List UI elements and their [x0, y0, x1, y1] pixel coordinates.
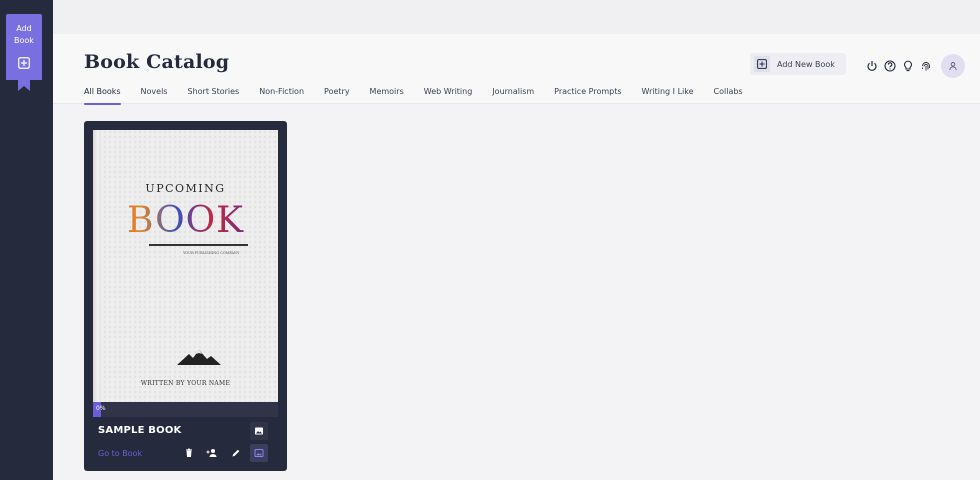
cover-text-upcoming: UPCOMING [145, 182, 226, 195]
tab-all-books[interactable]: All Books [84, 87, 121, 105]
book-preview-button[interactable] [250, 444, 268, 462]
trash-icon [186, 448, 192, 457]
go-to-book-link[interactable]: Go to Book [98, 449, 142, 458]
category-tabs: All Books Novels Short Stories Non-Ficti… [84, 87, 743, 105]
image-icon [255, 427, 263, 435]
book-title: SAMPLE BOOK [98, 425, 182, 436]
progress-bar: 0% [93, 402, 278, 417]
tab-writing-i-like[interactable]: Writing I Like [642, 87, 694, 105]
book-image-icon [254, 449, 264, 457]
tab-short-stories[interactable]: Short Stories [187, 87, 239, 105]
book-spine [93, 130, 101, 402]
cover-publisher: YOUR PUBLISHING COMPANY [183, 251, 240, 255]
mountain-icon [177, 350, 221, 365]
user-avatar[interactable] [941, 54, 965, 78]
user-icon [949, 62, 957, 71]
delete-book-button[interactable] [180, 444, 198, 462]
tab-journalism[interactable]: Journalism [492, 87, 534, 105]
page-title: Book Catalog [84, 51, 230, 73]
add-person-icon [206, 449, 217, 457]
power-icon[interactable] [865, 59, 878, 72]
cover-divider [149, 244, 248, 246]
tab-web-writing[interactable]: Web Writing [424, 87, 473, 105]
cover-author: WRITTEN BY YOUR NAME [140, 380, 231, 387]
tab-poetry[interactable]: Poetry [324, 87, 350, 105]
add-new-book-button[interactable]: Add New Book [750, 53, 846, 75]
fingerprint-icon[interactable] [919, 59, 932, 72]
book-cover-image[interactable]: UPCOMING BOOK YOUR PUBLISHING COMPANY WR… [93, 130, 278, 402]
plus-square-icon [754, 56, 770, 72]
cover-text-book: BOOK [93, 200, 278, 241]
lightbulb-icon[interactable] [901, 59, 914, 72]
add-book-bookmark-button[interactable]: Add Book [6, 14, 42, 91]
change-cover-button[interactable] [250, 422, 268, 440]
tab-novels[interactable]: Novels [141, 87, 168, 105]
edit-book-button[interactable] [227, 444, 245, 462]
pencil-icon [232, 449, 240, 457]
top-band [53, 0, 980, 34]
tab-non-fiction[interactable]: Non-Fiction [259, 87, 304, 105]
progress-label: 0% [96, 405, 106, 412]
left-sidebar: Add Book [0, 0, 53, 480]
header-icon-group [865, 59, 937, 72]
book-card[interactable]: UPCOMING BOOK YOUR PUBLISHING COMPANY WR… [84, 121, 287, 471]
add-new-book-label: Add New Book [777, 59, 835, 69]
tab-collabs[interactable]: Collabs [714, 87, 743, 105]
catalog-header: Book Catalog All Books Novels Short Stor… [53, 34, 980, 105]
add-collaborator-button[interactable] [203, 444, 221, 462]
add-book-label: Add Book [14, 24, 34, 45]
plus-square-icon [18, 57, 30, 69]
tab-memoirs[interactable]: Memoirs [370, 87, 404, 105]
tab-practice-prompts[interactable]: Practice Prompts [554, 87, 621, 105]
help-icon[interactable] [883, 59, 896, 72]
